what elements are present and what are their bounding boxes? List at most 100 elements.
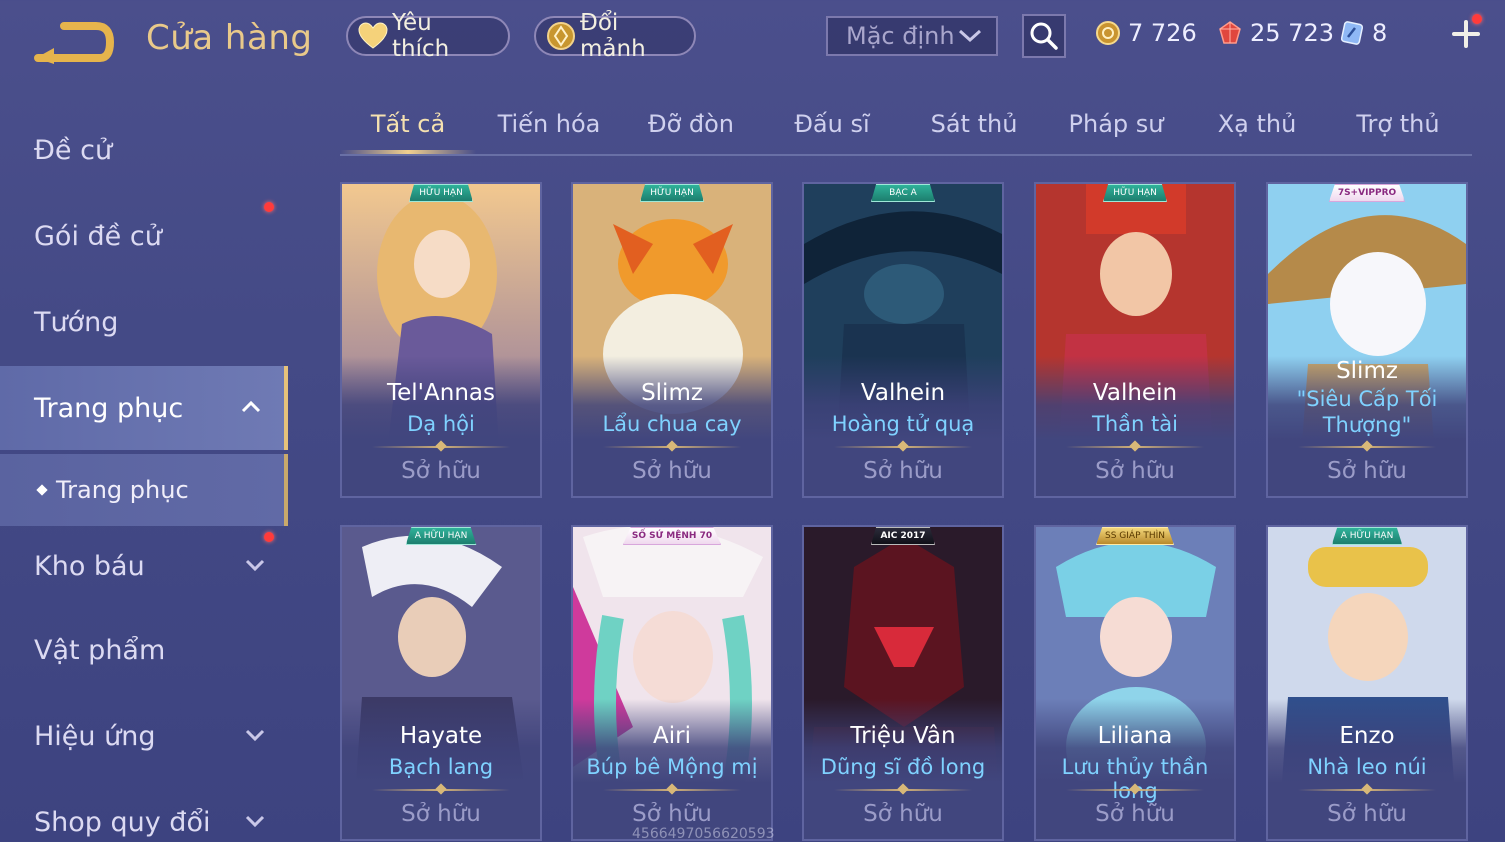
tier-badge: SS GIÁP THÌN [1095,527,1175,545]
bullet-icon [36,484,48,496]
divider [1298,789,1436,791]
skin-card[interactable]: A HỮU HẠN Enzo Nhà leo núi Sở hữu [1266,525,1468,841]
notification-dot [264,532,274,542]
tab-assassin[interactable]: Sát thủ [912,110,1036,154]
skin-card[interactable]: BẠC A Valhein Hoàng tử quạ Sở hữu [802,182,1004,498]
tab-all[interactable]: Tất cả [340,110,476,154]
favorite-button[interactable]: Yêu thích [346,10,510,62]
owned-status: Sở hữu [1327,801,1407,827]
sidebar-item-recommended[interactable]: Đề cử [0,108,288,192]
sidebar-item-recommended-bundles[interactable]: Gói đề cử [0,194,288,278]
heart-icon [358,21,388,51]
owned-status: Sở hữu [1327,458,1407,484]
tier-badge: BẠC A [871,184,935,202]
hero-name: Slimz [1336,358,1398,384]
chevron-down-icon [245,815,265,828]
chevron-down-icon [958,29,982,43]
skin-name: Nhà leo núi [1307,755,1427,779]
sidebar-item-heroes[interactable]: Tướng [0,280,288,364]
ruby-gem-icon [1216,19,1244,47]
gold-amount: 7 726 [1128,19,1197,47]
category-tabs: Tất cả Tiến hóa Đỡ đòn Đấu sĩ Sát thủ Ph… [340,100,1472,156]
divider [1298,446,1436,448]
shard-coin-icon [546,21,576,51]
notification-dot [1472,14,1482,24]
chevron-down-icon [245,729,265,742]
tab-fighter[interactable]: Đấu sĩ [776,110,888,154]
ticket-amount: 8 [1372,19,1388,47]
hero-name: Slimz [641,380,703,406]
sidebar-item-effects[interactable]: Hiệu ứng [0,694,288,778]
skin-name: Dạ hội [407,412,475,436]
watermark-id: 4566497056620593 [632,826,775,842]
hero-name: Valhein [860,380,946,406]
owned-status: Sở hữu [632,801,712,827]
tier-badge: AIC 2017 [871,527,935,545]
divider [1066,446,1204,448]
back-button[interactable] [34,20,115,64]
sidebar: Đề cử Gói đề cử Tướng Trang phục Trang p… [0,100,290,842]
owned-status: Sở hữu [401,801,481,827]
sidebar-item-label: Đề cử [34,134,113,166]
hero-name: Airi [653,723,691,749]
chevron-down-icon [245,559,265,572]
sidebar-item-items[interactable]: Vật phẩm [0,608,288,692]
shard-exchange-button[interactable]: Đổi mảnh [534,10,696,62]
tab-support[interactable]: Trợ thủ [1336,110,1460,154]
divider [834,789,972,791]
skin-card[interactable]: SS GIÁP THÌN Liliana Lưu thủy thần long … [1034,525,1236,841]
search-button[interactable] [1022,14,1066,58]
skin-card[interactable]: A HỮU HẠN Hayate Bạch lang Sở hữu [340,525,542,841]
hero-name: Hayate [399,723,483,749]
owned-status: Sở hữu [401,458,481,484]
tab-tank[interactable]: Đỡ đòn [630,110,752,154]
skin-name: Lẩu chua cay [602,412,742,436]
skin-card[interactable]: 7S+VIPPRO Slimz "Siêu Cấp Tối Thượng" Sở… [1266,182,1468,498]
skin-card[interactable]: SỐ SỨ MỆNH 70 Airi Búp bê Mộng mị Sở hữu [571,525,773,841]
skin-card[interactable]: HỮU HẠN Slimz Lẩu chua cay Sở hữu [571,182,773,498]
skin-name: Lưu thủy thần long [1061,755,1209,803]
tab-mage[interactable]: Pháp sư [1056,110,1176,154]
search-icon [1030,22,1058,50]
tab-marksman[interactable]: Xạ thủ [1200,110,1314,154]
notification-dot [264,202,274,212]
hero-name: Valhein [1092,380,1178,406]
active-tab-indicator [340,150,476,154]
owned-status: Sở hữu [863,458,943,484]
sidebar-item-label: Tướng [34,306,119,338]
skin-card[interactable]: HỮU HẠN Valhein Thần tài Sở hữu [1034,182,1236,498]
gold-coin-icon [1094,19,1122,47]
sidebar-item-exchange-shop[interactable]: Shop quy đổi [0,780,288,842]
sidebar-item-treasure[interactable]: Kho báu [0,524,288,608]
divider [603,789,741,791]
owned-status: Sở hữu [632,458,712,484]
skin-grid: HỮU HẠN Tel'Annas Dạ hội Sở hữu HỮU HẠN … [340,182,1472,842]
tier-badge: SỐ SỨ MỆNH 70 [622,527,722,545]
gem-amount: 25 723 [1250,19,1334,47]
sidebar-subitem-skins[interactable]: Trang phục [0,454,288,526]
owned-status: Sở hữu [1095,801,1175,827]
sort-dropdown[interactable]: Mặc định [826,16,998,56]
tier-badge: HỮU HẠN [1103,184,1167,202]
ticket-icon [1338,19,1366,47]
favorite-label: Yêu thích [392,10,450,62]
tier-badge: 7S+VIPPRO [1328,184,1406,202]
sidebar-item-label: Gói đề cử [34,220,162,252]
hero-name: Liliana [1097,723,1173,749]
skin-card[interactable]: AIC 2017 Triệu Vân Dũng sĩ đồ long Sở hữ… [802,525,1004,841]
divider [834,446,972,448]
page-title: Cửa hàng [146,18,313,58]
sidebar-subitem-label: Trang phục [56,476,189,504]
skin-name: Hoàng tử quạ [831,412,975,436]
tier-badge: HỮU HẠN [409,184,473,202]
hero-name: Tel'Annas [387,380,495,406]
skin-name: Bạch lang [388,755,494,779]
skin-name: Búp bê Mộng mị [586,755,758,779]
tab-evolution[interactable]: Tiến hóa [486,110,612,154]
owned-status: Sở hữu [1095,458,1175,484]
chevron-up-icon [241,400,261,413]
skin-name: Thần tài [1092,412,1178,436]
skin-card[interactable]: HỮU HẠN Tel'Annas Dạ hội Sở hữu [340,182,542,498]
divider [372,446,510,448]
sidebar-item-skins[interactable]: Trang phục [0,366,288,450]
